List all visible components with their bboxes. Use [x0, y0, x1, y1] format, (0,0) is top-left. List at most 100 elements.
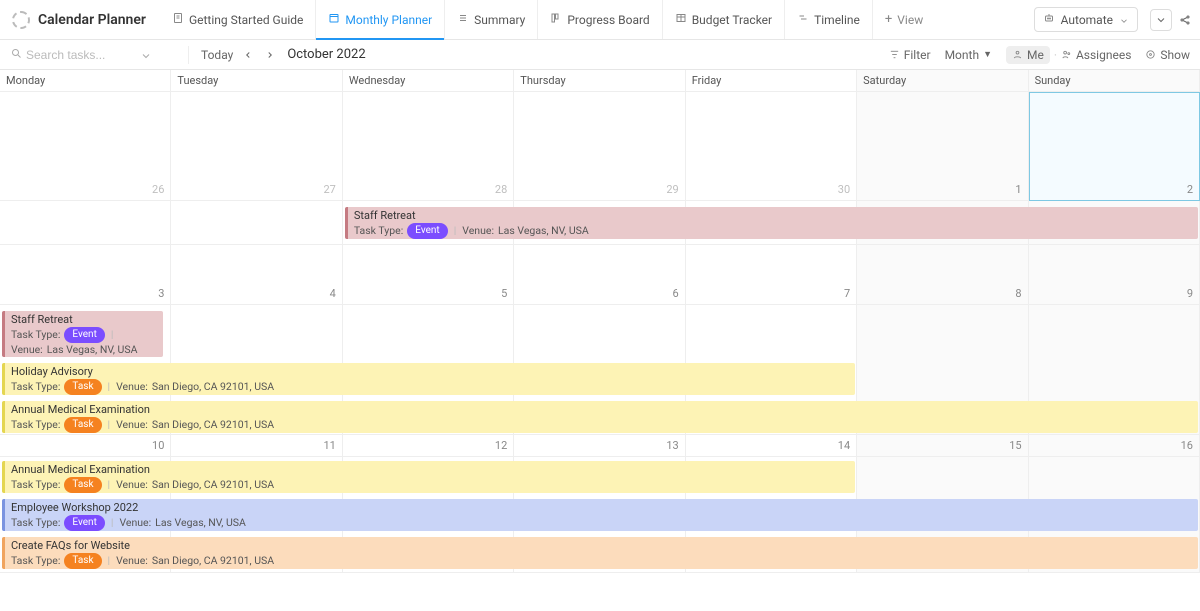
day-cell[interactable]: 26 [0, 92, 171, 201]
chevron-down-icon [1119, 15, 1129, 25]
show-label: Show [1160, 48, 1190, 62]
tab-summary[interactable]: Summary [445, 0, 538, 39]
day-cell[interactable] [171, 201, 342, 245]
day-number: 26 [152, 183, 164, 196]
tab-getting-started[interactable]: Getting Started Guide [160, 0, 316, 39]
day-number: 1 [1015, 183, 1021, 196]
tab-timeline[interactable]: Timeline [785, 0, 873, 39]
toolbar: Today October 2022 Filter Month ▼ Me · A… [0, 40, 1200, 70]
day-number: 12 [495, 439, 507, 452]
topbar: Calendar Planner Getting Started Guide M… [0, 0, 1200, 40]
calendar-row: Staff Retreat Task Type: Event | Venue: … [0, 305, 1200, 435]
event-pill: Event [64, 515, 104, 531]
day-cell[interactable]: 4 [171, 245, 342, 305]
day-cell[interactable]: 15 [857, 435, 1028, 457]
board-icon [550, 12, 562, 27]
day-number: 9 [1187, 287, 1193, 300]
day-cell[interactable]: 1 [857, 92, 1028, 201]
venue-label: Venue: [116, 554, 148, 568]
dayname-sat: Saturday [857, 70, 1028, 91]
today-button[interactable]: Today [197, 48, 237, 62]
tab-add-view[interactable]: + View [873, 0, 935, 39]
event-title: Holiday Advisory [11, 365, 851, 379]
day-cell[interactable]: 14 [686, 435, 857, 457]
dayname-tue: Tuesday [171, 70, 342, 91]
filter-label: Filter [904, 48, 931, 62]
share-icon[interactable] [1178, 9, 1192, 31]
tab-progress-board[interactable]: Progress Board [538, 0, 662, 39]
day-cell[interactable]: 27 [171, 92, 342, 201]
day-cell[interactable]: 9 [1029, 245, 1200, 305]
tab-label: Summary [474, 13, 525, 27]
tab-monthly-planner[interactable]: Monthly Planner [316, 0, 445, 39]
day-cell[interactable]: 29 [514, 92, 685, 201]
task-pill: Task [64, 379, 101, 395]
event-create-faqs[interactable]: Create FAQs for Website Task Type: Task … [2, 537, 1198, 569]
task-pill: Task [64, 553, 101, 569]
me-label: Me [1027, 48, 1044, 62]
event-title: Create FAQs for Website [11, 539, 1194, 553]
tab-budget-tracker[interactable]: Budget Tracker [663, 0, 785, 39]
day-cell[interactable]: 3 [0, 245, 171, 305]
day-number: 3 [158, 287, 164, 300]
task-pill: Task [64, 477, 101, 493]
task-type-label: Task Type: [11, 554, 60, 568]
app-title: Calendar Planner [38, 12, 146, 28]
prev-month-button[interactable] [237, 50, 259, 60]
calendar-body: 26 27 28 29 30 1 2 Staff Retreat Task Ty… [0, 92, 1200, 573]
search-input[interactable] [26, 48, 136, 62]
chevron-button[interactable] [1150, 9, 1172, 31]
day-cell[interactable] [0, 201, 171, 245]
event-annual-medical[interactable]: Annual Medical Examination Task Type: Ta… [2, 401, 1198, 433]
day-number: 7 [844, 287, 850, 300]
day-number: 27 [323, 183, 335, 196]
day-cell[interactable]: 28 [343, 92, 514, 201]
assignees-button[interactable]: Assignees [1061, 48, 1131, 62]
day-number: 2 [1187, 183, 1193, 196]
event-title: Employee Workshop 2022 [11, 501, 1194, 515]
day-cell[interactable]: 7 [686, 245, 857, 305]
venue-label: Venue: [119, 516, 151, 530]
task-type-label: Task Type: [11, 516, 60, 530]
day-cell[interactable]: 11 [171, 435, 342, 457]
task-type-label: Task Type: [354, 224, 403, 238]
event-holiday-advisory[interactable]: Holiday Advisory Task Type: Task | Venue… [2, 363, 855, 395]
assignees-label: Assignees [1076, 48, 1131, 62]
automate-label: Automate [1061, 13, 1113, 27]
day-number: 15 [1009, 439, 1021, 452]
day-number: 10 [152, 439, 164, 452]
day-cell[interactable]: 6 [514, 245, 685, 305]
automate-button[interactable]: Automate [1034, 7, 1138, 32]
event-title: Staff Retreat [11, 313, 159, 327]
day-cell[interactable]: 13 [514, 435, 685, 457]
chevron-down-icon[interactable] [140, 50, 150, 60]
day-number: 13 [666, 439, 678, 452]
venue-label: Venue: [116, 380, 148, 394]
day-cell[interactable]: 30 [686, 92, 857, 201]
task-type-label: Task Type: [11, 418, 60, 432]
event-staff-retreat[interactable]: Staff Retreat Task Type: Event | Venue: … [2, 311, 163, 357]
event-employee-workshop[interactable]: Employee Workshop 2022 Task Type: Event … [2, 499, 1198, 531]
day-cell[interactable]: 10 [0, 435, 171, 457]
task-pill: Task [64, 417, 101, 433]
tab-label: Timeline [814, 13, 860, 27]
doc-icon [172, 12, 184, 27]
day-number: 29 [666, 183, 678, 196]
day-number: 8 [1015, 287, 1021, 300]
me-filter[interactable]: Me [1006, 46, 1050, 64]
tab-label: View [897, 13, 923, 27]
event-staff-retreat[interactable]: Staff Retreat Task Type: Event | Venue: … [345, 207, 1198, 239]
app-icon [12, 11, 30, 29]
day-cell[interactable]: 16 [1029, 435, 1200, 457]
month-view-dropdown[interactable]: Month ▼ [945, 48, 992, 62]
calendar-row: 26 27 28 29 30 1 2 [0, 92, 1200, 201]
filter-button[interactable]: Filter [889, 48, 931, 62]
next-month-button[interactable] [259, 50, 281, 60]
day-cell[interactable]: 8 [857, 245, 1028, 305]
day-cell[interactable]: 12 [343, 435, 514, 457]
event-annual-medical[interactable]: Annual Medical Examination Task Type: Ta… [2, 461, 855, 493]
show-button[interactable]: Show [1145, 48, 1190, 62]
day-cell-today[interactable]: 2 [1029, 92, 1200, 201]
tab-label: Budget Tracker [692, 13, 772, 27]
day-cell[interactable]: 5 [343, 245, 514, 305]
